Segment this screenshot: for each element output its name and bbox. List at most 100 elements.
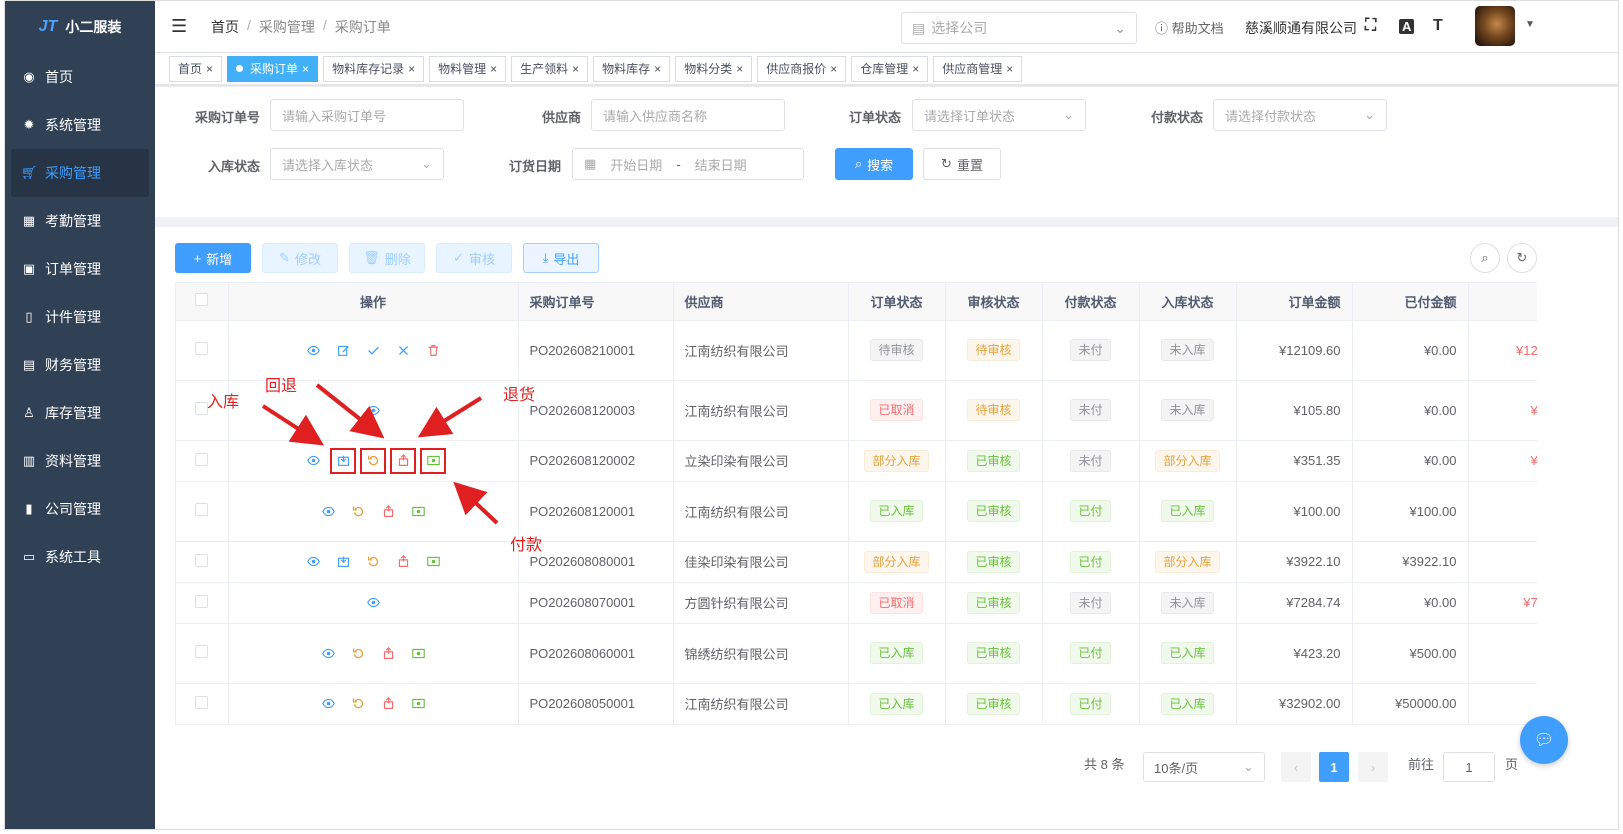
sidebar-item[interactable]: ▥ 资料管理 [5, 437, 155, 485]
row-checkbox[interactable] [195, 503, 209, 516]
view-icon[interactable] [365, 595, 381, 611]
view-icon[interactable] [320, 696, 336, 712]
company-select[interactable]: ▤ 选择公司 ⌄ [901, 12, 1137, 44]
tag-tab[interactable]: 生产领料 × [511, 55, 589, 82]
tag-tab[interactable]: 仓库管理 × [851, 55, 929, 82]
order-status-select[interactable]: 请选择订单状态 ⌄ [912, 99, 1086, 131]
row-checkbox[interactable] [195, 645, 209, 658]
sidebar-item[interactable]: ▣ 订单管理 [5, 245, 155, 293]
edit-icon[interactable] [335, 342, 351, 358]
fullscreen-icon[interactable]: ⛶ [1365, 17, 1376, 35]
tag-tab[interactable]: 采购订单 × [227, 55, 319, 82]
tag-tab[interactable]: 供应商报价 × [757, 55, 847, 82]
rollback-icon[interactable] [360, 447, 386, 474]
sidebar-item[interactable]: ▭ 系统工具 [5, 533, 155, 581]
payment-icon[interactable] [420, 447, 446, 474]
close-icon[interactable]: × [302, 62, 309, 76]
add-button[interactable]: + 新增 [175, 243, 251, 273]
return-goods-icon[interactable] [395, 554, 411, 570]
tag-tab[interactable]: 物料库存 × [593, 55, 671, 82]
sidebar-item-label: 财务管理 [45, 357, 101, 373]
avatar[interactable] [1475, 6, 1515, 46]
sidebar-item[interactable]: ▯ 计件管理 [5, 293, 155, 341]
help-link[interactable]: ⓘ 帮助文档 [1155, 18, 1224, 37]
return-goods-icon[interactable] [380, 645, 396, 661]
close-icon[interactable]: × [1006, 62, 1013, 76]
close-icon[interactable]: × [912, 62, 919, 76]
return-goods-icon[interactable] [390, 447, 416, 474]
close-icon[interactable]: × [572, 62, 579, 76]
close-icon[interactable]: × [408, 62, 415, 76]
tag-tab[interactable]: 物料分类 × [675, 55, 753, 82]
select-all-checkbox[interactable] [195, 293, 209, 307]
payment-icon[interactable] [410, 645, 426, 661]
order-no-input[interactable]: 请输入采购订单号 [270, 99, 464, 131]
close-icon[interactable]: × [736, 62, 743, 76]
row-checkbox[interactable] [195, 452, 209, 466]
next-page-button[interactable]: › [1358, 752, 1388, 782]
tag-tab[interactable]: 首页 × [169, 55, 223, 82]
chat-button[interactable]: 💬︎ [1520, 716, 1568, 764]
close-icon[interactable]: × [490, 62, 497, 76]
tag-tab[interactable]: 物料管理 × [429, 55, 507, 82]
goto-page-input[interactable]: 1 [1443, 752, 1495, 782]
sidebar-item[interactable]: ▦ 考勤管理 [5, 197, 155, 245]
tag-tab[interactable]: 供应商管理 × [933, 55, 1023, 82]
tag-tab[interactable]: 物料库存记录 × [323, 55, 425, 82]
sidebar-item[interactable]: ◉ 首页 [5, 53, 155, 101]
row-checkbox[interactable] [195, 553, 209, 567]
view-icon[interactable] [305, 554, 321, 570]
rollback-icon[interactable] [350, 645, 366, 661]
pay-status-select[interactable]: 请选择付款状态 ⌄ [1213, 99, 1387, 131]
sidebar-item[interactable]: ▤ 财务管理 [5, 341, 155, 389]
view-icon[interactable] [365, 402, 381, 418]
edit-button[interactable]: ✎ 修改 [262, 243, 338, 273]
close-icon[interactable]: × [654, 62, 661, 76]
rollback-icon[interactable] [365, 554, 381, 570]
sidebar-item[interactable]: ✹ 系统管理 [5, 101, 155, 149]
close-icon[interactable]: × [830, 62, 837, 76]
page-number-current[interactable]: 1 [1319, 752, 1349, 782]
return-goods-icon[interactable] [380, 696, 396, 712]
stock-in-icon[interactable] [330, 447, 356, 474]
export-button[interactable]: ⤓ 导出 [523, 243, 599, 273]
reject-icon[interactable] [395, 342, 411, 358]
search-button[interactable]: ⌕ 搜索 [835, 148, 913, 180]
approve-icon[interactable] [365, 342, 381, 358]
order-date-range[interactable]: ▦ 开始日期 - 结束日期 [572, 148, 804, 180]
hamburger-icon[interactable]: ☰ [171, 16, 191, 37]
view-icon[interactable] [320, 645, 336, 661]
page-size-select[interactable]: 10条/页 ⌄ [1143, 752, 1265, 782]
row-checkbox[interactable] [195, 594, 209, 608]
translate-icon[interactable]: A [1399, 19, 1415, 34]
delete-icon[interactable] [425, 342, 441, 358]
refresh-table-button[interactable]: ↻ [1507, 243, 1537, 273]
delete-button[interactable]: 🗑︎ 删除 [349, 243, 425, 273]
close-icon[interactable]: × [206, 62, 213, 76]
view-icon[interactable] [320, 503, 336, 519]
view-icon[interactable] [305, 342, 321, 358]
payment-icon[interactable] [425, 554, 441, 570]
row-checkbox[interactable] [195, 695, 209, 709]
stock-status-select[interactable]: 请选择入库状态 ⌄ [270, 148, 444, 180]
caret-down-icon[interactable]: ▼ [1525, 19, 1535, 30]
rollback-icon[interactable] [350, 503, 366, 519]
rollback-icon[interactable] [350, 696, 366, 712]
font-size-icon[interactable]: T [1433, 17, 1443, 35]
view-icon[interactable] [305, 453, 321, 469]
prev-page-button[interactable]: ‹ [1281, 752, 1311, 782]
return-goods-icon[interactable] [380, 503, 396, 519]
row-checkbox[interactable] [195, 342, 209, 355]
reset-button[interactable]: ↻ 重置 [923, 148, 1001, 180]
payment-icon[interactable] [410, 696, 426, 712]
audit-status-cell: 已审核 [945, 541, 1043, 583]
toggle-search-button[interactable]: ⌕ [1470, 243, 1500, 273]
sidebar-item[interactable]: ▮ 公司管理 [5, 485, 155, 533]
breadcrumb-item-home[interactable]: 首页 [211, 17, 239, 37]
supplier-input[interactable]: 请输入供应商名称 [591, 99, 785, 131]
sidebar-item[interactable]: ♙ 库存管理 [5, 389, 155, 437]
stock-in-icon[interactable] [335, 554, 351, 570]
audit-button[interactable]: ✓ 审核 [436, 243, 512, 273]
sidebar-item[interactable]: 🛒︎ 采购管理 [11, 149, 149, 197]
payment-icon[interactable] [410, 503, 426, 519]
